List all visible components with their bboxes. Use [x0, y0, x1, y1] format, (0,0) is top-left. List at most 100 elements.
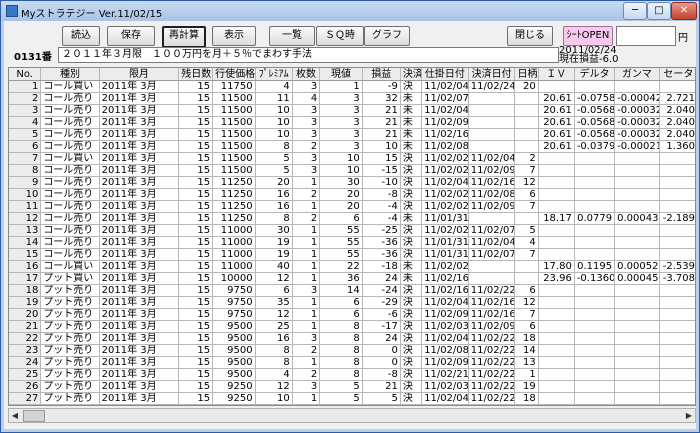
- table-cell[interactable]: -36: [362, 248, 401, 261]
- table-cell[interactable]: 5: [255, 152, 293, 165]
- table-cell[interactable]: 2011年 3月: [99, 392, 180, 405]
- row-number[interactable]: 6: [9, 140, 42, 153]
- table-cell[interactable]: [538, 392, 575, 405]
- table-cell[interactable]: 35: [255, 296, 293, 309]
- table-cell[interactable]: プット売り: [40, 320, 100, 333]
- table-cell[interactable]: 決: [400, 236, 423, 249]
- row-number[interactable]: 19: [9, 296, 42, 309]
- table-row[interactable]: 23 プット売り 2011年 3月 15 9500 8 2 8 0 決 11/02/08 11/02/…: [9, 344, 695, 357]
- table-cell[interactable]: 11/01/31: [421, 236, 469, 249]
- table-cell[interactable]: 11/02/04: [468, 236, 516, 249]
- table-cell[interactable]: [659, 152, 695, 165]
- row-number[interactable]: 28: [9, 404, 42, 405]
- table-cell[interactable]: [659, 332, 695, 345]
- table-cell[interactable]: 6: [255, 284, 293, 297]
- table-row[interactable]: 15 コール売り 2011年 3月 15 11000 19 1 55 -36 決 11/01/31 1…: [9, 248, 695, 261]
- table-row[interactable]: 3 コール売り 2011年 3月 15 11500 10 3 3 21 未 11/02/04 20.6…: [9, 104, 695, 117]
- column-header[interactable]: 決済: [400, 68, 423, 81]
- table-cell[interactable]: -0.00032: [614, 128, 660, 141]
- table-cell[interactable]: 3: [319, 104, 363, 117]
- table-cell[interactable]: [614, 248, 660, 261]
- table-cell[interactable]: [574, 320, 616, 333]
- table-cell[interactable]: 2011年 3月: [99, 272, 180, 285]
- table-cell[interactable]: 1.360: [659, 140, 695, 153]
- table-cell[interactable]: -0.00021: [614, 140, 660, 153]
- table-cell[interactable]: プット売り: [40, 356, 100, 369]
- list-button[interactable]: 一覧: [269, 26, 315, 46]
- table-cell[interactable]: [574, 176, 616, 189]
- table-cell[interactable]: 16: [255, 200, 293, 213]
- table-cell[interactable]: 1: [292, 356, 321, 369]
- table-cell[interactable]: 11: [255, 92, 293, 105]
- table-cell[interactable]: [614, 332, 660, 345]
- table-cell[interactable]: 19: [514, 380, 539, 393]
- table-cell[interactable]: 3: [292, 152, 321, 165]
- table-cell[interactable]: 2011年 3月: [99, 368, 180, 381]
- table-cell[interactable]: 5: [362, 392, 401, 405]
- table-cell[interactable]: 2011年 3月: [99, 404, 180, 405]
- row-number[interactable]: 21: [9, 320, 42, 333]
- table-cell[interactable]: 8: [319, 344, 363, 357]
- table-cell[interactable]: 9500: [212, 320, 256, 333]
- column-header[interactable]: 行使価格: [212, 68, 256, 81]
- horizontal-scrollbar[interactable]: ◀ ▶: [8, 408, 696, 423]
- table-cell[interactable]: 6: [514, 188, 539, 201]
- table-cell[interactable]: -0.0568: [574, 104, 616, 117]
- table-cell[interactable]: 19: [255, 248, 293, 261]
- table-cell[interactable]: 3: [319, 140, 363, 153]
- table-cell[interactable]: [614, 296, 660, 309]
- table-cell[interactable]: [538, 296, 575, 309]
- column-header[interactable]: 仕掛日付: [421, 68, 469, 81]
- table-cell[interactable]: 11/02/09: [421, 116, 469, 129]
- table-cell[interactable]: 6: [255, 404, 293, 405]
- table-cell[interactable]: プット売り: [40, 344, 100, 357]
- table-cell[interactable]: [514, 212, 539, 225]
- table-cell[interactable]: 10: [255, 392, 293, 405]
- table-cell[interactable]: 11/02/04: [468, 152, 516, 165]
- table-cell[interactable]: 12: [255, 272, 293, 285]
- table-cell[interactable]: -29: [362, 296, 401, 309]
- table-cell[interactable]: [659, 296, 695, 309]
- table-cell[interactable]: 1: [292, 224, 321, 237]
- table-cell[interactable]: [538, 176, 575, 189]
- table-cell[interactable]: 11500: [212, 104, 256, 117]
- column-header[interactable]: 限月: [99, 68, 180, 81]
- table-cell[interactable]: プット売り: [40, 404, 100, 405]
- table-cell[interactable]: 16: [255, 332, 293, 345]
- column-header[interactable]: ﾌﾟﾚﾐｱﾑ: [255, 68, 293, 81]
- table-cell[interactable]: 6: [319, 212, 363, 225]
- table-cell[interactable]: 3: [292, 164, 321, 177]
- table-cell[interactable]: 15: [178, 308, 214, 321]
- table-row[interactable]: 7 コール買い 2011年 3月 15 11500 5 3 10 15 決 11/02/02 11/0…: [9, 152, 695, 165]
- table-cell[interactable]: 9750: [212, 308, 256, 321]
- table-cell[interactable]: [574, 80, 616, 93]
- table-cell[interactable]: 11/02/16: [421, 128, 469, 141]
- table-cell[interactable]: 15: [178, 128, 214, 141]
- column-header[interactable]: セータ: [659, 68, 695, 81]
- table-cell[interactable]: [574, 236, 616, 249]
- table-cell[interactable]: 9750: [212, 284, 256, 297]
- show-button[interactable]: 表示: [212, 26, 256, 46]
- table-row[interactable]: 28プット売り2011年 3月1592506151決11/02/0811/02/…: [9, 404, 695, 405]
- table-cell[interactable]: 11250: [212, 200, 256, 213]
- table-cell[interactable]: -0.0568: [574, 128, 616, 141]
- table-cell[interactable]: 20.61: [538, 140, 575, 153]
- table-cell[interactable]: 17.80: [538, 260, 575, 273]
- table-cell[interactable]: -0.0758: [574, 92, 616, 105]
- table-cell[interactable]: 0: [362, 344, 401, 357]
- table-cell[interactable]: [614, 308, 660, 321]
- table-cell[interactable]: 11/02/02: [421, 152, 469, 165]
- table-row[interactable]: 18 プット売り 2011年 3月 15 9750 6 3 14 -24 決 11/02/16 11/…: [9, 284, 695, 297]
- table-cell[interactable]: 11/02/24: [468, 80, 516, 93]
- table-cell[interactable]: 11/02/16: [468, 296, 516, 309]
- table-cell[interactable]: 14: [319, 284, 363, 297]
- table-cell[interactable]: 12: [514, 176, 539, 189]
- table-cell[interactable]: [574, 356, 616, 369]
- table-cell[interactable]: -36: [362, 236, 401, 249]
- column-header[interactable]: 枚数: [292, 68, 321, 81]
- table-cell[interactable]: 2011年 3月: [99, 128, 180, 141]
- table-cell[interactable]: 11750: [212, 80, 256, 93]
- recalc-button[interactable]: 再計算: [162, 26, 206, 48]
- table-cell[interactable]: 2011年 3月: [99, 248, 180, 261]
- table-cell[interactable]: 36: [319, 272, 363, 285]
